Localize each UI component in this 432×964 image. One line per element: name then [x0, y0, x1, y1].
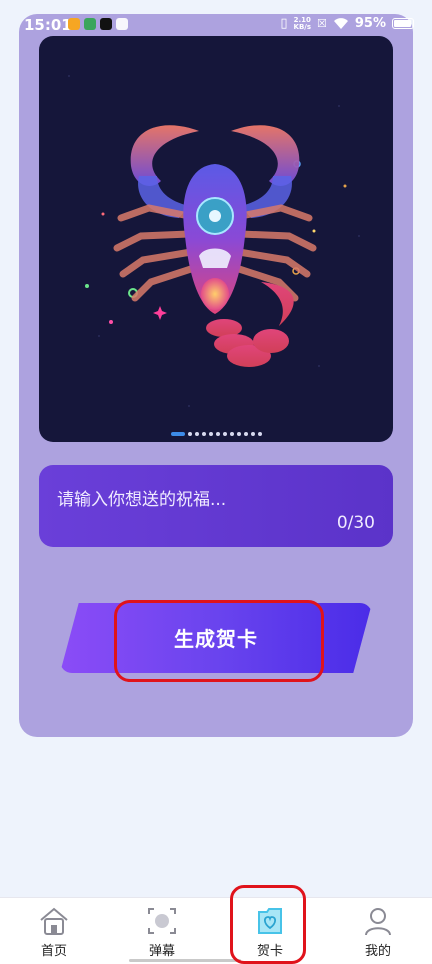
- nav-label-card: 贺卡: [256, 944, 283, 959]
- generate-card-label: 生成贺卡: [174, 627, 258, 651]
- card-icon: [258, 908, 282, 934]
- page-dot: [201, 432, 206, 436]
- page-dot-active: [170, 432, 185, 436]
- zodiac-image-carousel[interactable]: [39, 36, 393, 442]
- wish-text-input[interactable]: 请输入你想送的祝福... 0/30: [39, 465, 393, 547]
- page-dot: [215, 432, 220, 436]
- page-dot: [250, 432, 255, 436]
- nav-item-profile[interactable]: 我的: [324, 898, 432, 964]
- wish-placeholder: 请输入你想送的祝福...: [57, 490, 227, 510]
- page-dot: [194, 432, 199, 436]
- barrage-icon: [148, 908, 176, 934]
- bottom-nav: 首页 弹幕 贺卡 我的: [0, 897, 432, 964]
- home-icon: [40, 907, 68, 935]
- carousel-page-indicator: [39, 432, 393, 436]
- nav-item-barrage[interactable]: 弹幕: [108, 898, 216, 964]
- scorpio-zodiac-illustration: [68, 75, 360, 407]
- nav-item-card[interactable]: 贺卡: [216, 898, 324, 964]
- page-dot: [229, 432, 234, 436]
- page-dot: [187, 432, 192, 436]
- nav-item-home[interactable]: 首页: [0, 898, 108, 964]
- page-dot: [236, 432, 241, 436]
- page-dot: [222, 432, 227, 436]
- flower-app-icon: [116, 18, 128, 30]
- app-icon: [84, 18, 96, 30]
- generate-card-area: 生成贺卡: [60, 603, 372, 673]
- notification-icons: [68, 18, 128, 30]
- net-speed: 2.10 KB/s: [293, 16, 311, 31]
- nav-label-barrage: 弹幕: [148, 944, 175, 959]
- net-speed-unit: KB/s: [293, 22, 311, 31]
- battery-percent: 95%: [354, 16, 386, 31]
- page-dot: [243, 432, 248, 436]
- char-counter: 0/30: [336, 513, 375, 533]
- home-indicator: [129, 959, 241, 962]
- nav-label-profile: 我的: [364, 944, 391, 959]
- vibrate-icon: ▯: [280, 16, 288, 31]
- sim-icon: ☒: [317, 17, 327, 30]
- generate-card-button[interactable]: 生成贺卡: [60, 603, 372, 673]
- status-bar: 15:01 ▯ 2.10 KB/s ☒ 95%: [0, 14, 432, 38]
- tiktok-icon: [100, 18, 112, 30]
- profile-icon: [365, 908, 391, 936]
- page-dot: [208, 432, 213, 436]
- nav-label-home: 首页: [40, 944, 67, 959]
- page-dot: [257, 432, 262, 436]
- status-right: ▯ 2.10 KB/s ☒ 95%: [280, 16, 414, 31]
- weibo-icon: [68, 18, 80, 30]
- battery-icon: [392, 18, 414, 29]
- wifi-icon: [333, 18, 348, 29]
- status-time: 15:01: [24, 16, 72, 34]
